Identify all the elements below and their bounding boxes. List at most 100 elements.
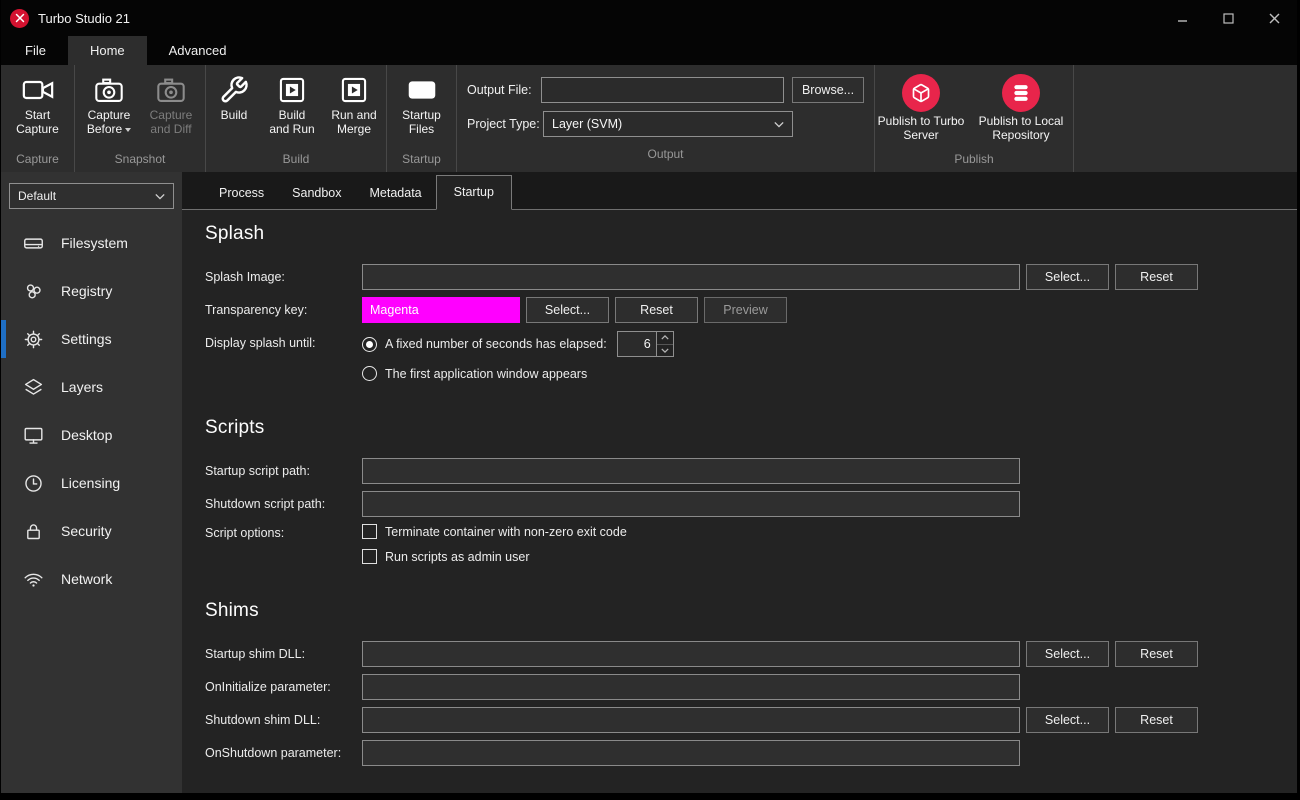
oninitialize-input[interactable] [362,674,1020,700]
sidebar-item-label: Desktop [61,427,112,443]
splash-image-input[interactable] [362,264,1020,290]
tab-sandbox[interactable]: Sandbox [278,177,355,209]
sidebar-item-desktop[interactable]: Desktop [1,411,182,459]
ribbon-button-label: Capture Before [87,108,131,136]
radio-first-window[interactable] [362,366,377,381]
profile-selector-value: Default [18,189,56,203]
shutdown-script-input[interactable] [362,491,1020,517]
splash-image-reset-button[interactable]: Reset [1115,264,1198,290]
dropdown-caret-icon [125,128,131,132]
clock-icon [22,472,44,494]
shutdown-shim-reset-button[interactable]: Reset [1115,707,1198,733]
transparency-reset-button[interactable]: Reset [615,297,698,323]
database-icon [1002,72,1040,114]
scripts-heading: Scripts [205,417,1297,439]
sidebar-item-settings[interactable]: Settings [1,315,182,363]
menu-tab-file[interactable]: File [3,36,68,65]
browse-button[interactable]: Browse... [792,77,864,103]
ribbon-group-capture: Start Capture Capture [1,65,74,172]
maximize-button[interactable] [1205,0,1251,36]
tab-metadata[interactable]: Metadata [356,177,436,209]
ribbon-group-label: Capture [1,150,74,172]
startup-files-button[interactable]: Startup Files [395,72,449,136]
startup-shim-reset-button[interactable]: Reset [1115,641,1198,667]
seconds-input[interactable] [617,331,657,357]
profile-selector[interactable]: Default [9,183,174,209]
shutdown-shim-select-button[interactable]: Select... [1026,707,1109,733]
project-type-select[interactable]: Layer (SVM) [543,111,793,137]
lock-icon [22,520,44,542]
checkbox-run-admin[interactable] [362,549,377,564]
sidebar-item-security[interactable]: Security [1,507,182,555]
ribbon-group-label: Build [206,150,386,172]
sidebar-item-label: Registry [61,283,112,299]
stepper-up-button[interactable] [657,332,673,345]
ribbon-button-label: Startup Files [397,108,447,136]
radio-fixed-seconds[interactable] [362,337,377,352]
sidebar-item-filesystem[interactable]: Filesystem [1,219,182,267]
sidebar-item-licensing[interactable]: Licensing [1,459,182,507]
startup-shim-select-button[interactable]: Select... [1026,641,1109,667]
close-button[interactable] [1251,0,1297,36]
onshutdown-label: OnShutdown parameter: [205,746,362,760]
ribbon-group-output: Output File: Browse... Project Type: Lay… [456,65,874,172]
registry-icon [22,280,44,302]
app-logo-icon [10,9,29,28]
publish-local-repository-button[interactable]: Publish to Local Repository [971,72,1071,142]
file-icon [407,72,437,108]
ribbon-group-startup: Startup Files Startup [386,65,456,172]
minimize-button[interactable] [1159,0,1205,36]
start-capture-button[interactable]: Start Capture [9,72,67,136]
window-title: Turbo Studio 21 [38,11,1159,26]
display-splash-label: Display splash until: [205,331,362,350]
onshutdown-input[interactable] [362,740,1020,766]
sidebar-item-network[interactable]: Network [1,555,182,603]
play-box-icon [340,72,368,108]
project-type-value: Layer (SVM) [552,117,622,131]
menu-tab-home[interactable]: Home [68,36,147,65]
radio-first-window-label: The first application window appears [385,367,587,381]
preview-button[interactable]: Preview [704,297,787,323]
capture-and-diff-button[interactable]: Capture and Diff [143,72,199,136]
shutdown-script-label: Shutdown script path: [205,497,362,511]
sidebar-item-layers[interactable]: Layers [1,363,182,411]
titlebar: Turbo Studio 21 [1,0,1297,36]
run-and-merge-button[interactable]: Run and Merge [325,72,383,136]
menu-tab-advanced[interactable]: Advanced [147,36,249,65]
sidebar-item-label: Network [61,571,112,587]
build-button[interactable]: Build [209,72,259,122]
play-box-icon [278,72,306,108]
project-type-label: Project Type: [467,117,543,131]
splash-heading: Splash [205,223,1297,245]
ribbon-group-label: Snapshot [75,150,205,172]
ribbon-button-label: Build and Run [267,108,317,136]
publish-turbo-server-button[interactable]: Publish to Turbo Server [877,72,965,142]
stepper-down-button[interactable] [657,345,673,357]
camera-icon [156,72,186,108]
build-and-run-button[interactable]: Build and Run [265,72,319,136]
tab-startup[interactable]: Startup [436,175,512,210]
camera-icon [94,72,124,108]
splash-image-label: Splash Image: [205,270,362,284]
sidebar-item-label: Security [61,523,112,539]
startup-script-input[interactable] [362,458,1020,484]
splash-image-select-button[interactable]: Select... [1026,264,1109,290]
ribbon-button-label: Capture and Diff [143,108,199,136]
app-window: Turbo Studio 21 File Home Advanced [0,0,1300,800]
capture-before-button[interactable]: Capture Before [81,72,137,136]
ribbon: Start Capture Capture Capture Before Cap… [1,65,1297,172]
ribbon-group-publish: Publish to Turbo Server Publish to Local… [874,65,1073,172]
startup-shim-input[interactable] [362,641,1020,667]
tab-process[interactable]: Process [205,177,278,209]
transparency-select-button[interactable]: Select... [526,297,609,323]
ribbon-group-label: Startup [387,150,456,172]
content-tabstrip: Process Sandbox Metadata Startup [182,172,1297,210]
checkbox-terminate-container[interactable] [362,524,377,539]
gear-icon [22,328,44,350]
oninitialize-label: OnInitialize parameter: [205,680,362,694]
shutdown-shim-label: Shutdown shim DLL: [205,713,362,727]
output-file-input[interactable] [541,77,784,103]
sidebar-item-registry[interactable]: Registry [1,267,182,315]
shutdown-shim-input[interactable] [362,707,1020,733]
chevron-down-icon [774,121,784,128]
